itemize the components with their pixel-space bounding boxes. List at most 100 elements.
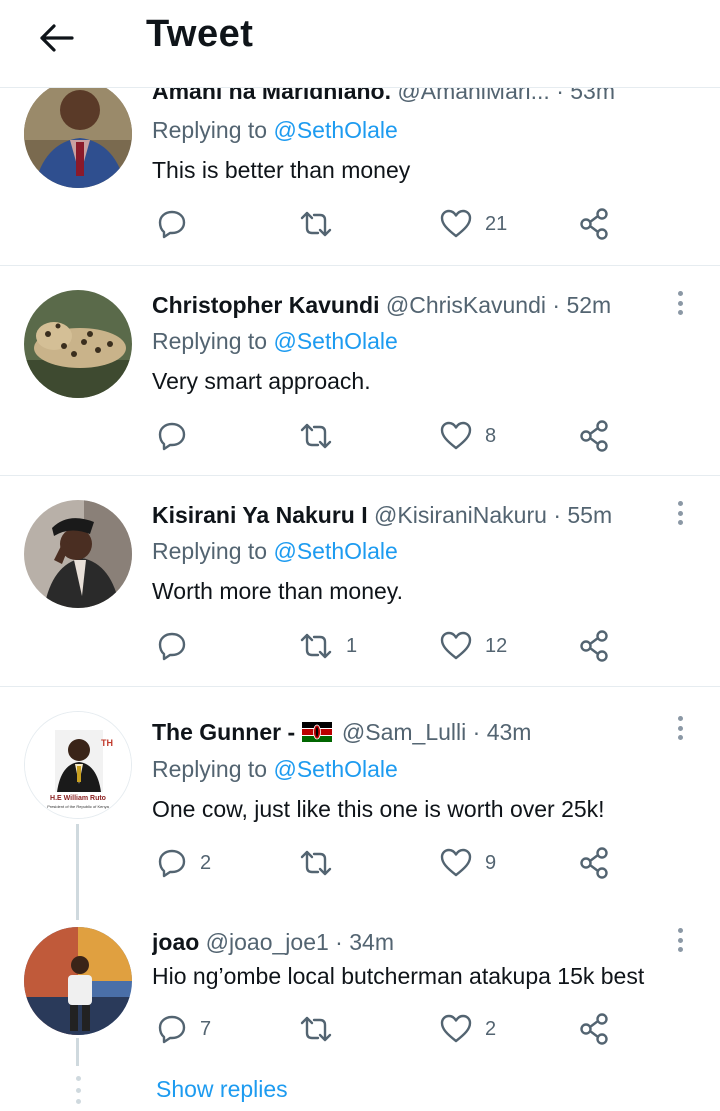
retweet-icon xyxy=(300,850,332,876)
share-button[interactable] xyxy=(578,843,612,883)
reply-button[interactable] xyxy=(156,204,200,244)
more-button[interactable] xyxy=(668,925,692,955)
avatar[interactable]: TH H.E William Ruto President of the Rep… xyxy=(24,711,132,819)
reply-button[interactable] xyxy=(156,416,200,456)
like-icon xyxy=(440,209,472,238)
avatar[interactable] xyxy=(24,290,132,398)
share-icon xyxy=(580,1013,608,1045)
replying-to: Replying to @SethOlale xyxy=(152,117,398,144)
like-button[interactable]: 9 xyxy=(439,843,496,883)
reply-button[interactable] xyxy=(156,626,200,666)
share-icon xyxy=(580,420,608,452)
mention-link[interactable]: @SethOlale xyxy=(273,756,397,782)
like-count: 21 xyxy=(485,212,508,235)
like-icon xyxy=(440,631,472,660)
like-button[interactable]: 2 xyxy=(439,1009,496,1049)
user-handle[interactable]: @KisiraniNakuru xyxy=(374,502,547,528)
like-button[interactable]: 8 xyxy=(439,416,496,456)
tweet-actions: 8 xyxy=(152,416,672,456)
mention-link[interactable]: @SethOlale xyxy=(273,328,397,354)
separator: · xyxy=(335,929,343,955)
avatar[interactable] xyxy=(24,927,132,1035)
retweet-button[interactable] xyxy=(298,416,346,456)
reply-button[interactable]: 7 xyxy=(156,1009,211,1049)
avatar-caption-sub: President of the Republic of Kenya xyxy=(47,804,109,809)
tweet-text: Worth more than money. xyxy=(152,578,403,604)
show-replies-link[interactable]: Show replies xyxy=(156,1076,288,1103)
more-icon xyxy=(677,501,683,506)
share-icon xyxy=(580,847,608,879)
retweet-button[interactable] xyxy=(298,843,346,883)
tweet-text: Hio ng’ombe local butcherman atakupa 15k… xyxy=(152,963,645,989)
replying-to-label: Replying to xyxy=(152,538,274,564)
share-button[interactable] xyxy=(578,1009,612,1049)
retweet-icon xyxy=(300,423,332,449)
like-icon xyxy=(440,848,472,877)
reply-count: 2 xyxy=(200,851,212,874)
display-name[interactable]: joao xyxy=(152,929,199,955)
more-button[interactable] xyxy=(668,713,692,743)
tweet-actions: 7 2 xyxy=(152,1009,672,1049)
reply-icon xyxy=(158,1015,186,1044)
mention-link[interactable]: @SethOlale xyxy=(273,117,397,143)
retweet-icon xyxy=(300,211,332,237)
like-icon xyxy=(440,421,472,450)
user-handle[interactable]: @Sam_Lulli xyxy=(342,719,466,745)
replying-to: Replying to @SethOlale xyxy=(152,328,398,355)
like-count: 12 xyxy=(485,634,508,657)
share-button[interactable] xyxy=(578,204,612,244)
retweet-icon xyxy=(300,1016,332,1042)
retweet-count: 1 xyxy=(346,634,358,657)
tweet-actions: 2 9 xyxy=(152,843,672,883)
share-button[interactable] xyxy=(578,626,612,666)
like-button[interactable]: 12 xyxy=(439,626,507,666)
separator: · xyxy=(553,502,561,528)
like-icon xyxy=(440,1014,472,1043)
display-name[interactable]: Christopher Kavundi xyxy=(152,292,379,318)
share-icon xyxy=(580,208,608,240)
tweet-2[interactable]: Christopher Kavundi @ChrisKavundi · 52m … xyxy=(0,266,720,476)
back-arrow-icon xyxy=(40,24,74,52)
replying-to: Replying to @SethOlale xyxy=(152,538,398,565)
user-handle[interactable]: @ChrisKavundi xyxy=(386,292,546,318)
reply-count: 7 xyxy=(200,1017,212,1040)
timestamp[interactable]: 43m xyxy=(487,719,532,745)
display-name[interactable]: The Gunner - xyxy=(152,719,295,745)
reply-icon xyxy=(158,849,186,878)
retweet-button[interactable]: 1 xyxy=(298,626,357,666)
like-button[interactable]: 21 xyxy=(439,204,507,244)
timestamp[interactable]: 55m xyxy=(567,502,612,528)
retweet-icon xyxy=(300,633,332,659)
avatar[interactable] xyxy=(24,80,132,188)
tweet-text: This is better than money xyxy=(152,157,411,183)
user-handle[interactable]: @joao_joe1 xyxy=(206,929,329,955)
tweet-3[interactable]: Kisirani Ya Nakuru I @KisiraniNakuru · 5… xyxy=(0,476,720,687)
reply-icon xyxy=(158,210,186,239)
like-count: 2 xyxy=(485,1017,497,1040)
avatar[interactable] xyxy=(24,500,132,608)
more-button[interactable] xyxy=(668,498,692,528)
retweet-button[interactable] xyxy=(298,204,346,244)
more-button[interactable] xyxy=(668,288,692,318)
kenya-flag-icon xyxy=(301,721,332,742)
avatar-caption-top: TH xyxy=(101,738,113,748)
tweet-actions: 1 12 xyxy=(152,626,672,666)
tweet-header: joao @joao_joe1 · 34m xyxy=(152,929,660,956)
more-icon xyxy=(677,291,683,296)
tweet-4[interactable]: TH H.E William Ruto President of the Rep… xyxy=(0,687,720,905)
back-button[interactable] xyxy=(34,16,78,60)
more-thread-indicator xyxy=(74,1076,82,1104)
thread-connector xyxy=(76,1038,79,1066)
timestamp[interactable]: 34m xyxy=(349,929,394,955)
display-name[interactable]: Kisirani Ya Nakuru I xyxy=(152,502,368,528)
like-count: 9 xyxy=(485,851,497,874)
replying-to-label: Replying to xyxy=(152,756,274,782)
retweet-button[interactable] xyxy=(298,1009,346,1049)
mention-link[interactable]: @SethOlale xyxy=(273,538,397,564)
reply-button[interactable]: 2 xyxy=(156,843,211,883)
tweet-actions: 21 xyxy=(152,204,672,244)
share-button[interactable] xyxy=(578,416,612,456)
tweet-5[interactable]: joao @joao_joe1 · 34m Hio ng’ombe local … xyxy=(0,905,720,1065)
page-title: Tweet xyxy=(146,13,254,55)
timestamp[interactable]: 52m xyxy=(566,292,611,318)
